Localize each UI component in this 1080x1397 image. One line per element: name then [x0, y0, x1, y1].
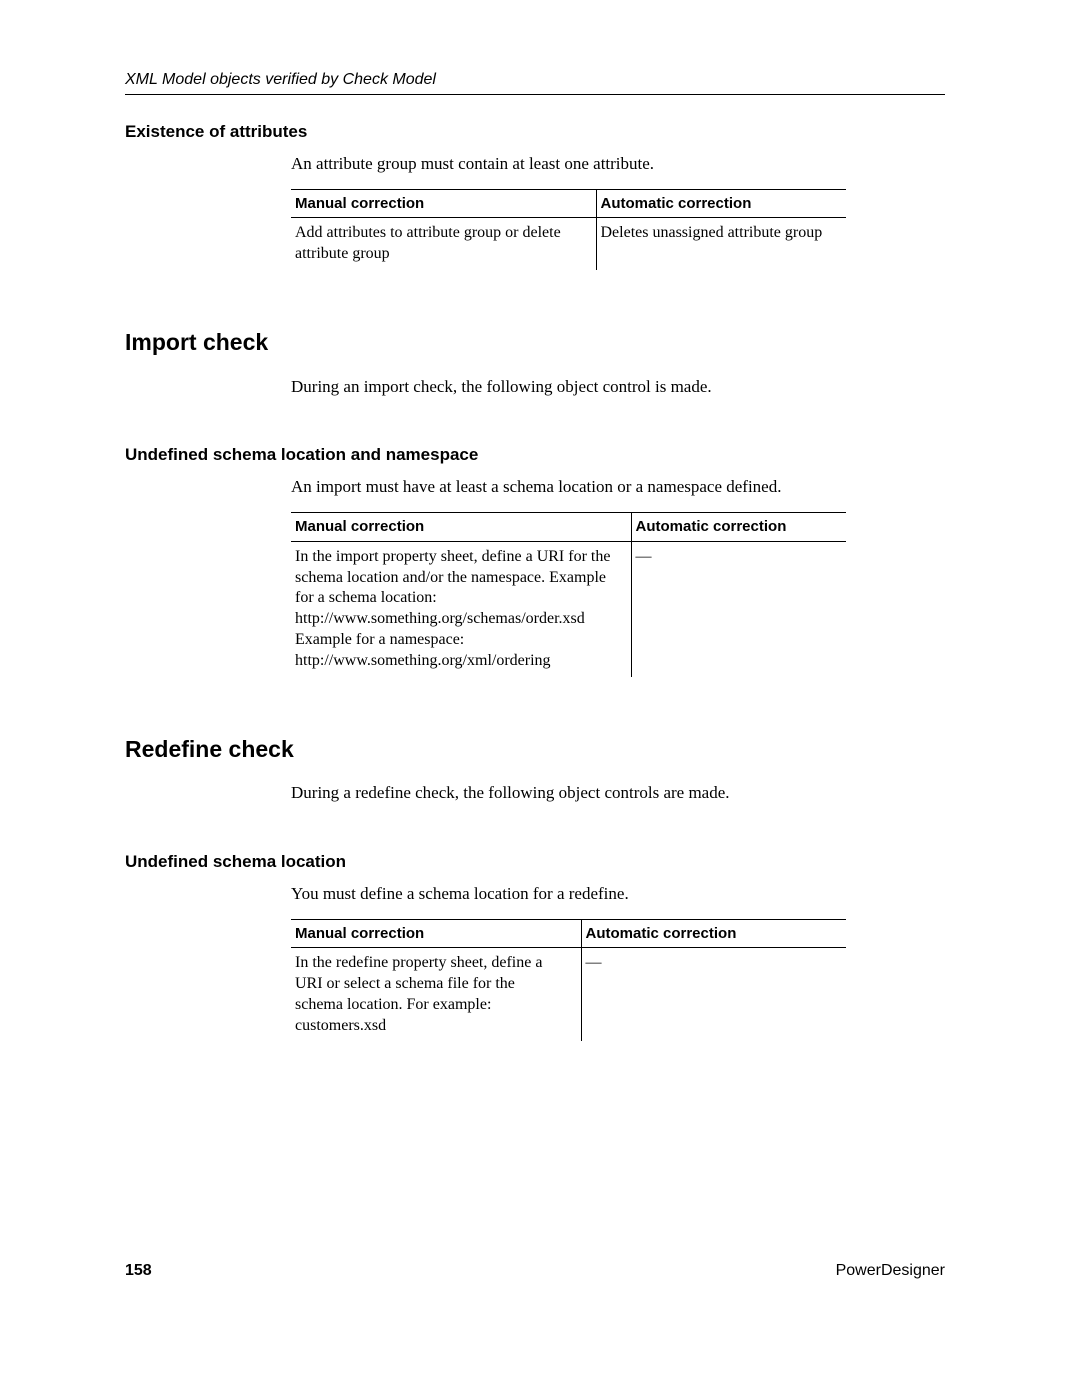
td-auto: —: [631, 541, 846, 676]
td-auto: —: [581, 948, 846, 1042]
heading-undefined-schema-ns: Undefined schema location and namespace: [125, 444, 945, 466]
td-manual: Add attributes to attribute group or del…: [291, 218, 596, 270]
td-manual: In the redefine property sheet, define a…: [291, 948, 581, 1042]
heading-import-check: Import check: [125, 328, 945, 358]
heading-redefine-check: Redefine check: [125, 735, 945, 765]
correction-table: Manual correction Automatic correction I…: [291, 512, 846, 676]
paragraph: An import must have at least a schema lo…: [291, 476, 945, 498]
page: XML Model objects verified by Check Mode…: [0, 0, 1080, 1397]
page-number: 158: [125, 1261, 152, 1282]
td-manual: In the import property sheet, define a U…: [291, 541, 631, 676]
td-auto: Deletes unassigned attribute group: [596, 218, 846, 270]
th-auto: Automatic correction: [631, 513, 846, 542]
th-auto: Automatic correction: [596, 189, 846, 218]
correction-table: Manual correction Automatic correction A…: [291, 189, 846, 270]
heading-existence-attributes: Existence of attributes: [125, 121, 945, 143]
paragraph: An attribute group must contain at least…: [291, 153, 945, 175]
paragraph: You must define a schema location for a …: [291, 883, 945, 905]
th-manual: Manual correction: [291, 189, 596, 218]
paragraph: During an import check, the following ob…: [291, 376, 945, 398]
th-manual: Manual correction: [291, 513, 631, 542]
page-footer: 158 PowerDesigner: [125, 1261, 945, 1282]
running-header: XML Model objects verified by Check Mode…: [125, 70, 945, 95]
product-name: PowerDesigner: [836, 1261, 945, 1282]
th-auto: Automatic correction: [581, 919, 846, 948]
paragraph: During a redefine check, the following o…: [291, 782, 945, 804]
correction-table: Manual correction Automatic correction I…: [291, 919, 846, 1042]
th-manual: Manual correction: [291, 919, 581, 948]
heading-undefined-schema-loc: Undefined schema location: [125, 851, 945, 873]
